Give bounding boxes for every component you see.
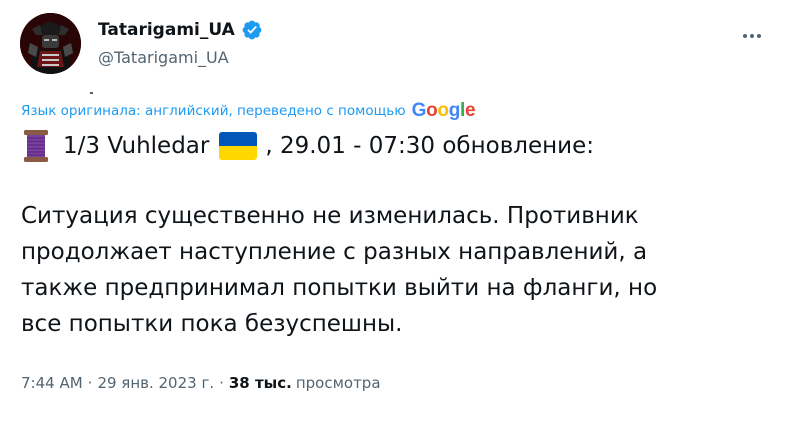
views-count[interactable]: 38 тыс. (229, 374, 292, 392)
tweet-first-line: 1/3 Vuhledar , 29.01 - 07:30 обновление: (21, 126, 761, 166)
tweet-body-line: Ситуация существенно не изменилась. Прот… (21, 203, 639, 229)
google-logo: Google (412, 100, 476, 122)
author-handle[interactable]: @Tatarigami_UA (98, 48, 229, 67)
translation-note[interactable]: Язык оригинала: английский, переведено с… (21, 103, 406, 119)
samurai-avatar-image (20, 13, 81, 74)
tweet-meta: 7:44 AM · 29 янв. 2023 г. · 38 тыс. прос… (21, 371, 381, 395)
author-display-name[interactable]: Tatarigami_UA (98, 20, 235, 40)
tweet-date[interactable]: 29 янв. 2023 г. (97, 374, 214, 392)
tweet-line1-prefix: 1/3 Vuhledar (63, 133, 210, 159)
google-logo-letter: o (437, 100, 449, 121)
author-name-row[interactable]: Tatarigami_UA (98, 16, 263, 44)
translation-row: Язык оригинала: английский, переведено с… (21, 100, 476, 122)
more-options-icon[interactable] (740, 24, 764, 48)
tweet: Tatarigami_UA @Tatarigami_UA Язык оригин… (0, 0, 786, 421)
verified-badge-icon[interactable] (241, 19, 263, 41)
meta-separator: · (87, 374, 93, 392)
tweet-paragraph: Ситуация существенно не изменилась. Прот… (21, 198, 761, 342)
thread-spool-icon (21, 129, 51, 163)
google-logo-letter: o (426, 100, 438, 121)
tweet-time[interactable]: 7:44 AM (21, 374, 83, 392)
avatar[interactable] (20, 13, 81, 74)
tweet-line1-suffix: , 29.01 - 07:30 обновление: (265, 133, 594, 159)
google-logo-letter: e (465, 100, 476, 121)
ukraine-flag-icon (219, 132, 258, 160)
tweet-body-line: продолжает наступление с разных направле… (21, 239, 648, 265)
google-logo-letter: g (448, 100, 461, 121)
divider-mark (90, 92, 93, 94)
google-logo-letter: G (411, 100, 427, 121)
meta-separator: · (219, 374, 224, 392)
tweet-text: 1/3 Vuhledar , 29.01 - 07:30 обновление:… (21, 126, 761, 342)
tweet-body-line: также предпринимал попытки выйти на флан… (21, 275, 658, 301)
tweet-body-line: все попытки пока безуспешны. (21, 311, 403, 337)
views-label: просмотра (295, 374, 381, 392)
